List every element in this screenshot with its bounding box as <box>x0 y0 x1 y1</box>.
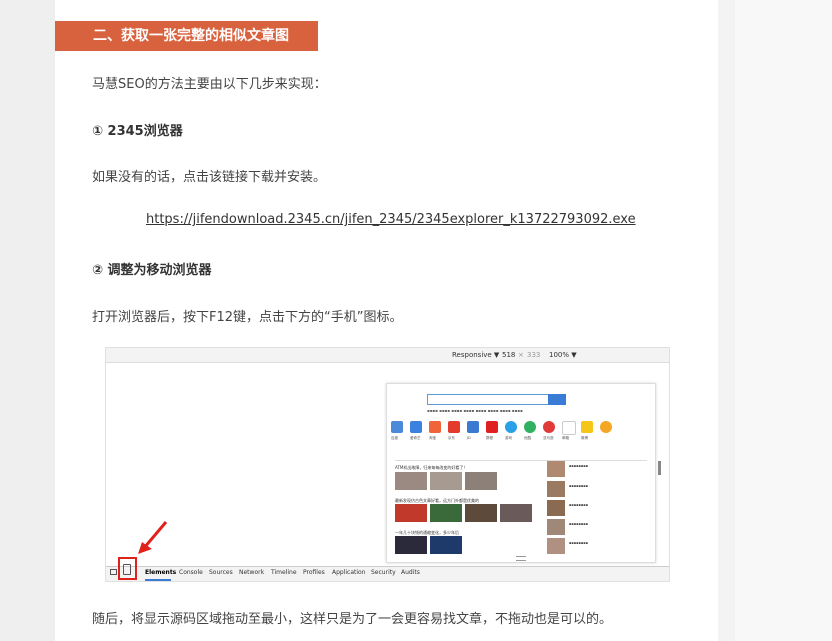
side-thumb <box>547 461 565 477</box>
devtools-tab-profiles: Profiles <box>303 569 325 576</box>
viewport-height: 333 <box>527 351 541 359</box>
news-thumb <box>395 472 427 490</box>
after-text: 随后，将显示源码区域拖动至最小，这样只是为了一会更容易找文章，不拖动也是可以的。 <box>92 612 613 627</box>
devtools-tab-elements: Elements <box>145 569 177 576</box>
app-icon <box>486 421 498 433</box>
red-arrow-icon <box>138 521 168 554</box>
side-text: ▪▪▪▪▪▪▪▪ <box>569 522 588 526</box>
browser-screenshot-figure: Responsive ▼ 518 × 333 100% ▼ ▪▪▪▪ ▪▪▪▪ … <box>105 347 670 582</box>
app-icon <box>429 421 441 433</box>
step2-title: ② 调整为移动浏览器 <box>92 263 212 278</box>
devtools-tab-application: Application <box>332 569 366 576</box>
app-icon <box>581 421 593 433</box>
app-label: 微博 <box>581 436 588 440</box>
side-text: ▪▪▪▪▪▪▪▪ <box>569 541 588 545</box>
article-body: 二、获取一张完整的相似文章图 马慧SEO的方法主要由以下几步来实现： ① 234… <box>55 0 718 641</box>
app-label: 优酷 <box>524 436 531 440</box>
side-text: ▪▪▪▪▪▪▪▪ <box>569 464 588 468</box>
app-icon <box>391 421 403 433</box>
news-thumb <box>395 536 427 554</box>
app-label: 游戏 <box>505 436 512 440</box>
news-thumb <box>465 504 497 522</box>
resize-handle <box>658 461 661 475</box>
search-input <box>427 394 549 405</box>
app-icon <box>505 421 517 433</box>
side-thumb <box>547 538 565 554</box>
devtools-tab-timeline: Timeline <box>271 569 297 576</box>
inspect-icon <box>110 569 117 575</box>
app-icon <box>448 421 460 433</box>
devtools-tab-audits: Audits <box>401 569 420 576</box>
devtools-tab-security: Security <box>371 569 396 576</box>
highlight-box <box>118 557 137 580</box>
step1-text: 如果没有的话，点击该链接下载并安装。 <box>92 170 327 185</box>
app-label: 亚马逊 <box>543 436 554 440</box>
news-thumb <box>430 472 462 490</box>
side-thumb <box>547 519 565 535</box>
search-button <box>548 394 566 405</box>
download-link[interactable]: https://jifendownload.2345.cn/jifen_2345… <box>146 212 636 227</box>
app-icon <box>562 421 576 435</box>
news-headline: ATM机出故障，归来每每改变的好看了！ <box>395 465 468 470</box>
drag-grip <box>516 556 526 561</box>
app-label: 携程 <box>486 436 493 440</box>
sidebar-panel <box>735 0 832 641</box>
mobile-viewport: ▪▪▪▪ ▪▪▪▪ ▪▪▪▪ ▪▪▪▪ ▪▪▪▪ ▪▪▪▪ ▪▪▪▪ ▪▪▪▪ … <box>386 383 656 563</box>
news-thumb <box>465 472 497 490</box>
app-label: 爱奇艺 <box>410 436 421 440</box>
devtools-tab-console: Console <box>179 569 203 576</box>
device-toolbar: Responsive ▼ 518 × 333 100% ▼ <box>106 348 669 363</box>
app-icon <box>467 421 479 433</box>
app-label: 京东 <box>448 436 455 440</box>
app-icon <box>524 421 536 433</box>
viewport-width: 518 <box>502 351 516 359</box>
side-thumb <box>547 500 565 516</box>
app-icon <box>543 421 555 433</box>
zoom-select: 100% ▼ <box>549 351 577 359</box>
intro-text: 马慧SEO的方法主要由以下几步来实现： <box>92 77 327 92</box>
devtools-tab-sources: Sources <box>209 569 233 576</box>
app-label: 邮箱 <box>562 436 569 440</box>
news-thumb <box>430 536 462 554</box>
active-tab-underline <box>145 579 171 581</box>
side-text: ▪▪▪▪▪▪▪▪ <box>569 503 588 507</box>
step1-title: ① 2345浏览器 <box>92 124 183 139</box>
app-label: 百度 <box>391 436 398 440</box>
news-thumb <box>395 504 427 522</box>
app-label: 淘宝 <box>429 436 436 440</box>
left-gutter <box>0 0 55 641</box>
app-label: JD <box>467 436 471 440</box>
side-thumb <box>547 481 565 497</box>
news-tabs <box>395 454 647 461</box>
devtools-tab-network: Network <box>239 569 265 576</box>
news-thumb <box>500 504 532 522</box>
quick-links: ▪▪▪▪ ▪▪▪▪ ▪▪▪▪ ▪▪▪▪ ▪▪▪▪ ▪▪▪▪ ▪▪▪▪ ▪▪▪▪ <box>427 408 523 413</box>
section-heading: 二、获取一张完整的相似文章图 <box>55 21 318 51</box>
news-thumb <box>430 504 462 522</box>
app-icon <box>600 421 612 433</box>
app-icon <box>410 421 422 433</box>
device-mode-select: Responsive ▼ <box>452 351 500 359</box>
step2-text: 打开浏览器后，按下F12键，点击下方的“手机”图标。 <box>92 310 403 325</box>
side-text: ▪▪▪▪▪▪▪▪ <box>569 484 588 488</box>
times-sign: × <box>518 351 524 359</box>
